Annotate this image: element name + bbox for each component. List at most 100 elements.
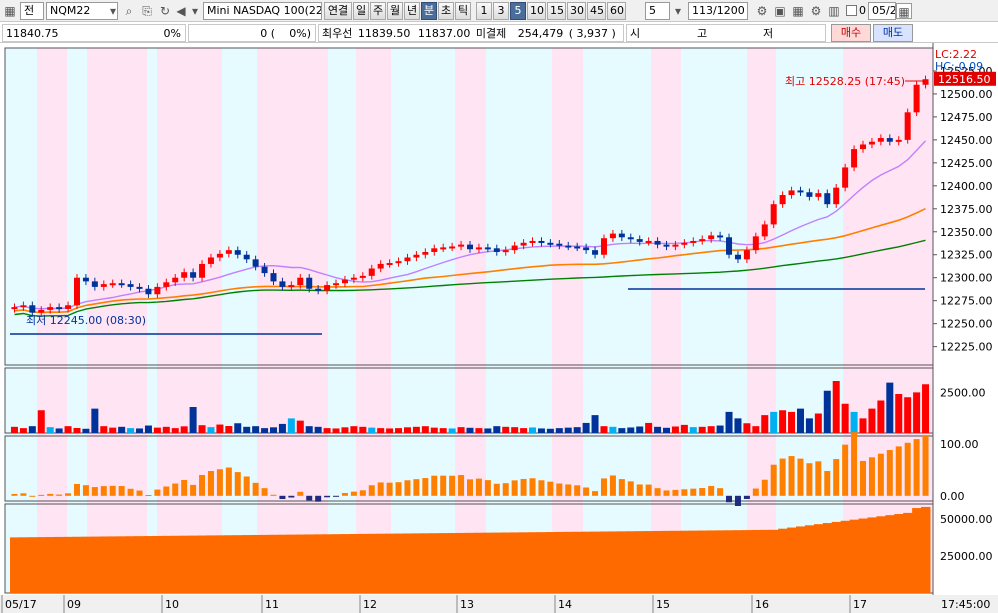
- tab-1[interactable]: 일: [353, 2, 369, 20]
- open-interest-bar: [27, 537, 38, 593]
- buy-button[interactable]: 매수: [831, 24, 871, 42]
- candle-body: [270, 273, 277, 282]
- oscillator-bar: [368, 485, 375, 496]
- volume-bar: [814, 413, 822, 433]
- candle-body: [904, 112, 911, 140]
- oscillator-bar: [860, 460, 867, 496]
- open-interest-bar: [135, 536, 145, 593]
- volume-bar: [805, 418, 813, 433]
- oscillator-bar: [136, 490, 143, 496]
- tab-2[interactable]: 주: [370, 2, 386, 20]
- interval-button-3[interactable]: 3: [493, 2, 509, 20]
- oscillator-bar: [743, 495, 750, 499]
- candle-body: [860, 144, 867, 150]
- candle-body: [288, 285, 295, 288]
- candle-body: [279, 281, 286, 287]
- save-icon[interactable]: ▣: [772, 3, 788, 19]
- candle-body: [734, 254, 741, 260]
- tab-6[interactable]: 초: [438, 2, 454, 20]
- oscillator-bar: [511, 480, 518, 496]
- tab-5[interactable]: 분: [421, 2, 437, 20]
- oscillator-bar: [627, 481, 634, 496]
- open-interest-bar: [331, 534, 341, 593]
- open-interest-bar: [903, 512, 913, 593]
- candle-body: [565, 245, 572, 248]
- interval-button-5[interactable]: 5: [510, 2, 526, 20]
- date-checkbox[interactable]: [846, 5, 857, 16]
- calendar-icon[interactable]: ▦: [896, 3, 912, 19]
- oscillator-bar: [279, 495, 286, 500]
- interval-button-60[interactable]: 60: [607, 2, 626, 20]
- chevron-down-icon[interactable]: ▾: [670, 3, 686, 19]
- sell-button[interactable]: 매도: [873, 24, 913, 42]
- oscillator-bar: [592, 491, 599, 496]
- tab-0[interactable]: 연결: [324, 2, 352, 20]
- indicator-icon[interactable]: ⚙: [754, 3, 770, 19]
- candle-body: [377, 263, 384, 269]
- oscillator-bar: [600, 478, 607, 496]
- quote-info-bar: 11840.75 0% 0 ( 0%) 최우선 11839.50 11837.0…: [0, 23, 998, 43]
- open-interest-bar: [260, 534, 270, 593]
- chevron-down-icon[interactable]: ▾: [105, 3, 121, 19]
- candle-body: [127, 284, 134, 287]
- volume-bar: [144, 425, 152, 433]
- volume-bar: [591, 415, 599, 433]
- candle-body: [922, 79, 929, 85]
- candle-body: [207, 257, 214, 264]
- volume-bar: [520, 428, 528, 433]
- candle-body: [851, 149, 858, 168]
- volume-bar: [189, 407, 197, 433]
- compare-icon[interactable]: ⎘: [139, 3, 155, 19]
- oscillator-bar: [502, 483, 509, 496]
- oscillator-bar: [547, 481, 554, 496]
- last-price-label: 12516.50: [938, 73, 991, 86]
- oscillator-bar: [127, 488, 134, 496]
- open-interest-bar: [760, 529, 770, 593]
- search-icon[interactable]: ⌕: [121, 3, 137, 19]
- date-input[interactable]: 05/21: [868, 2, 896, 20]
- chevron-down-icon[interactable]: ▾: [187, 3, 203, 19]
- open-interest-bar: [10, 537, 20, 593]
- oscillator-bar: [833, 459, 840, 496]
- candle-body: [458, 244, 465, 247]
- price-tick-label: 12275.00: [940, 295, 993, 308]
- interval-button-1[interactable]: 1: [476, 2, 492, 20]
- volume-bar: [162, 426, 170, 433]
- oscillator-bar: [717, 488, 724, 496]
- open-interest-bar: [724, 530, 734, 593]
- candle-body: [600, 238, 607, 255]
- oscillator-bar: [708, 485, 715, 496]
- candle-body: [502, 250, 509, 253]
- candle-body: [404, 257, 411, 262]
- candle-body: [699, 239, 706, 242]
- volume-cell: 0 ( 0%): [188, 24, 316, 42]
- oscillator-bar: [38, 494, 45, 496]
- interval-button-10[interactable]: 10: [527, 2, 546, 20]
- interval-button-15[interactable]: 15: [547, 2, 566, 20]
- series-type-select[interactable]: 전: [20, 2, 44, 20]
- volume-bar: [654, 426, 662, 433]
- oscillator-bar: [207, 471, 214, 496]
- settings-icon[interactable]: ⚙: [808, 3, 824, 19]
- tab-4[interactable]: 년: [404, 2, 420, 20]
- split-icon[interactable]: ▥: [826, 3, 842, 19]
- candle-body: [868, 141, 875, 145]
- open-interest-bar: [394, 533, 404, 593]
- open-interest-bar: [420, 533, 431, 593]
- interval-button-30[interactable]: 30: [567, 2, 586, 20]
- interval-input[interactable]: 5: [645, 2, 670, 20]
- interval-button-45[interactable]: 45: [587, 2, 606, 20]
- candle-body: [842, 167, 849, 188]
- open-interest-bar: [858, 518, 868, 593]
- open-interest-bar: [787, 527, 797, 593]
- open-interest-bar: [706, 530, 717, 593]
- refresh-icon[interactable]: ↻: [157, 3, 173, 19]
- price-chart[interactable]: 12525.0012500.0012475.0012450.0012425.00…: [0, 43, 998, 613]
- oscillator-bar: [386, 482, 393, 496]
- tab-7[interactable]: 틱: [455, 2, 471, 20]
- candle-body: [386, 263, 393, 266]
- tab-3[interactable]: 월: [387, 2, 403, 20]
- grid-icon[interactable]: ▦: [790, 3, 806, 19]
- x-tick-label: 16: [755, 598, 769, 611]
- chart-type-icon[interactable]: ▦: [2, 3, 18, 19]
